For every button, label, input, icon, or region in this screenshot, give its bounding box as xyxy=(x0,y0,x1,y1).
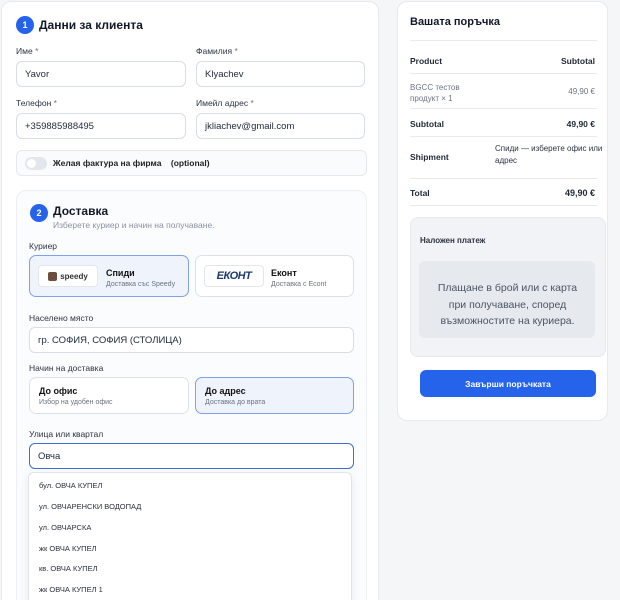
street-suggestions-dropdown: бул. ОВЧА КУПЕЛ ул. ОВЧАРЕНСКИ ВОДОПАД у… xyxy=(28,472,352,600)
street-label: Улица или квартал xyxy=(29,429,104,439)
invoice-toggle[interactable] xyxy=(25,157,47,170)
street-input[interactable]: Овча xyxy=(29,443,354,469)
order-item-name: BGCC тестов продукт × 1 xyxy=(410,83,460,103)
suggestion-item[interactable]: ул. ОВЧАРЕНСКИ ВОДОПАД xyxy=(39,502,141,511)
speedy-logo: speedy xyxy=(38,265,98,287)
econt-logo: ЕКОНТ xyxy=(204,265,264,287)
payment-method-description: Плащане в брой или с карта при получаван… xyxy=(419,261,595,338)
first-name-label: Име * xyxy=(16,46,39,56)
method-desc: Доставка до врата xyxy=(205,399,266,406)
delivery-subtitle: Изберете куриер и начин на получаване. xyxy=(53,220,215,230)
suggestion-item[interactable]: жк ОВЧА КУПЕЛ xyxy=(39,544,97,553)
method-desc: Избор на удобен офис xyxy=(39,399,113,406)
order-summary-card: Вашата поръчка Product Subtotal BGCC тес… xyxy=(397,1,608,421)
total-label: Total xyxy=(410,188,430,198)
step-1-badge: 1 xyxy=(16,16,34,34)
order-item-price: 49,90 € xyxy=(568,87,595,96)
phone-label: Телефон * xyxy=(16,98,57,108)
courier-option-econt[interactable]: ЕКОНТ Еконт Доставка с Econt xyxy=(195,255,354,297)
courier-name: Еконт xyxy=(271,268,297,278)
shipment-label: Shipment xyxy=(410,152,449,162)
courier-desc: Доставка с Econt xyxy=(271,281,327,288)
total-value: 49,90 € xyxy=(564,188,595,198)
suggestion-item[interactable]: бул. ОВЧА КУПЕЛ xyxy=(39,481,102,490)
delivery-method-label: Начин на доставка xyxy=(29,363,104,373)
divider xyxy=(410,73,597,74)
suggestion-item[interactable]: кв. ОВЧА КУПЕЛ xyxy=(39,564,98,573)
courier-option-speedy[interactable]: speedy Спиди Доставка със Speedy xyxy=(29,255,189,297)
courier-label: Куриер xyxy=(29,241,58,251)
order-title: Вашата поръчка xyxy=(410,16,501,28)
suggestion-item[interactable]: ул. ОВЧАРСКА xyxy=(39,523,91,532)
divider xyxy=(410,205,597,206)
subtotal-label: Subtotal xyxy=(410,119,444,129)
method-name: До офис xyxy=(39,386,78,396)
step-2-badge: 2 xyxy=(30,204,48,222)
email-label: Имейл адрес * xyxy=(196,98,254,108)
phone-input[interactable]: +359885988495 xyxy=(16,113,186,139)
payment-method-box[interactable]: Наложен платеж Плащане в брой или с карт… xyxy=(410,217,606,357)
divider xyxy=(410,136,597,137)
method-option-office[interactable]: До офис Избор на удобен офис xyxy=(29,377,189,414)
invoice-toggle-row: Желая фактура на фирма (optional) xyxy=(16,150,367,176)
method-name: До адрес xyxy=(205,386,246,396)
payment-method-title: Наложен платеж xyxy=(420,236,486,245)
city-input[interactable]: гр. СОФИЯ, СОФИЯ (СТОЛИЦА) xyxy=(29,327,354,353)
shipment-value: Спиди — изберете офис или адрес xyxy=(495,144,603,165)
subtotal-value: 49,90 € xyxy=(566,119,595,129)
product-header: Product xyxy=(410,56,443,66)
divider xyxy=(410,40,597,41)
invoice-label: Желая фактура на фирма (optional) xyxy=(53,158,210,168)
divider xyxy=(410,108,597,109)
delivery-section-title: Доставка xyxy=(53,204,109,218)
place-order-button[interactable]: Завърши поръчката xyxy=(420,370,596,397)
courier-desc: Доставка със Speedy xyxy=(106,281,176,288)
last-name-label: Фамилия * xyxy=(196,46,238,56)
courier-name: Спиди xyxy=(106,268,135,278)
last-name-input[interactable]: Klyachev xyxy=(196,61,365,87)
email-input[interactable]: jkliachev@gmail.com xyxy=(196,113,365,139)
first-name-input[interactable]: Yavor xyxy=(16,61,186,87)
divider xyxy=(410,178,597,179)
suggestion-item[interactable]: жк ОВЧА КУПЕЛ 1 xyxy=(39,585,103,594)
method-option-address[interactable]: До адрес Доставка до врата xyxy=(195,377,354,414)
customer-section-title: Данни за клиента xyxy=(39,18,143,32)
city-label: Населено място xyxy=(29,313,94,323)
subtotal-header: Subtotal xyxy=(561,56,595,66)
